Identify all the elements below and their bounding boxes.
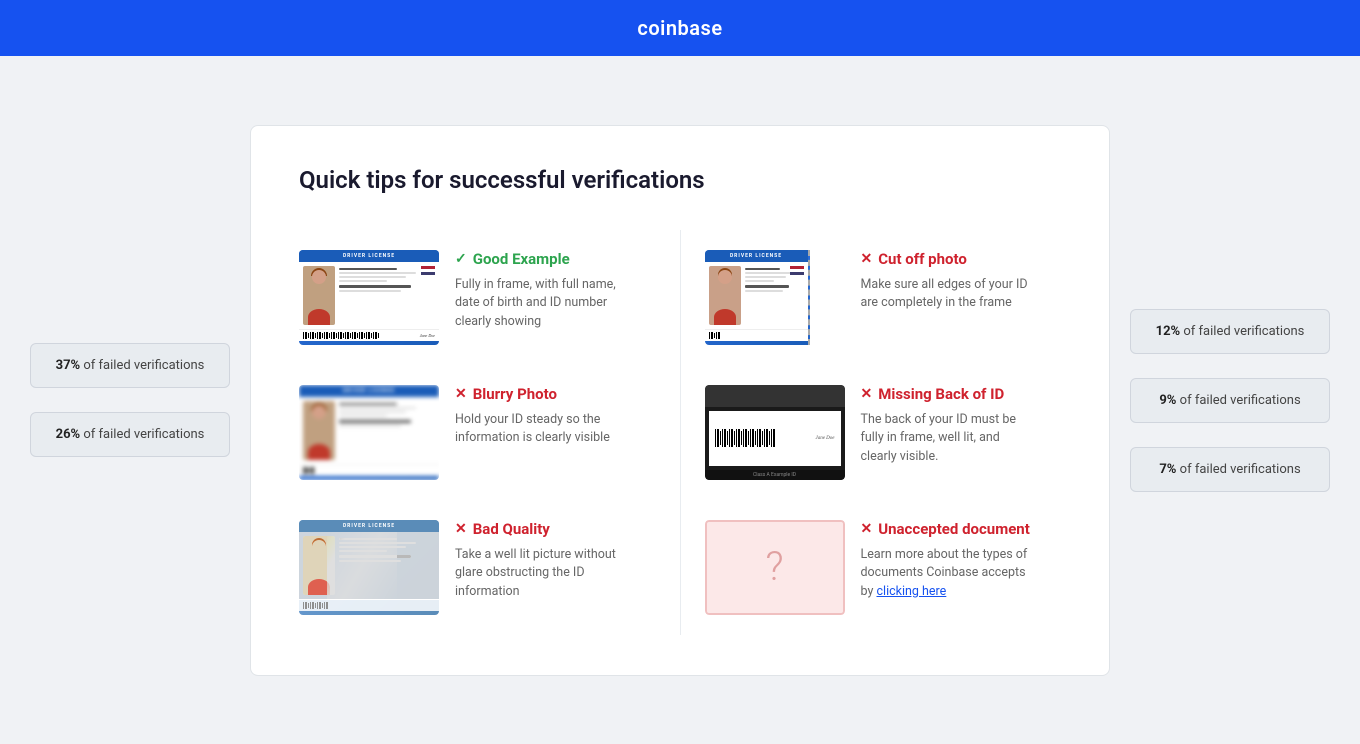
- right-stat-1-percent: 12%: [1156, 324, 1181, 339]
- clicking-here-link[interactable]: clicking here: [876, 584, 946, 599]
- right-stat-2-label: of failed verifications: [1180, 393, 1301, 408]
- missing-back-text: ✕ Missing Back of ID The back of your ID…: [861, 385, 1038, 467]
- right-stat-2: 9% of failed verifications: [1130, 378, 1330, 423]
- cutoff-desc: Make sure all edges of your ID are compl…: [861, 276, 1038, 314]
- blurry-photo-title: Blurry Photo: [473, 385, 557, 403]
- cutoff-text: ✕ Cut off photo Make sure all edges of y…: [861, 250, 1038, 314]
- good-example-image: DRIVER LICENSE: [299, 250, 439, 345]
- left-stat-1-label: of failed verifications: [83, 358, 204, 373]
- left-stat-2-label: of failed verifications: [83, 427, 204, 442]
- cutoff-image: DRIVER LICENSE: [705, 250, 845, 345]
- page-content: 37% of failed verifications 26% of faile…: [0, 56, 1360, 744]
- tip-missing-back: Jane Doe Class A Example ID ✕ Missing Ba…: [705, 365, 1062, 500]
- x-icon-missing: ✕: [861, 386, 873, 402]
- bad-quality-title: Bad Quality: [473, 520, 550, 538]
- check-icon: ✓: [455, 251, 467, 267]
- bad-quality-desc: Take a well lit picture without glare ob…: [455, 546, 632, 602]
- tip-blurry-photo: DRIVER LICENSE: [299, 365, 656, 500]
- tips-columns: DRIVER LICENSE: [299, 230, 1061, 635]
- missing-back-label: ✕ Missing Back of ID: [861, 385, 1038, 403]
- right-stat-2-percent: 9%: [1159, 393, 1176, 408]
- left-stat-1-percent: 37%: [56, 358, 81, 373]
- right-stat-3: 7% of failed verifications: [1130, 447, 1330, 492]
- page-title: Quick tips for successful verifications: [299, 166, 1061, 194]
- good-example-desc: Fully in frame, with full name, date of …: [455, 276, 632, 332]
- question-mark-icon: ?: [765, 547, 783, 587]
- good-example-title: Good Example: [473, 250, 570, 268]
- missing-back-title: Missing Back of ID: [878, 385, 1004, 403]
- tip-unaccepted: ? ✕ Unaccepted document Learn more about…: [705, 500, 1062, 635]
- left-stat-2: 26% of failed verifications: [30, 412, 230, 457]
- cutoff-label: ✕ Cut off photo: [861, 250, 1038, 268]
- blurry-photo-image: DRIVER LICENSE: [299, 385, 439, 480]
- right-stat-1-label: of failed verifications: [1183, 324, 1304, 339]
- right-stats-panel: 12% of failed verifications 9% of failed…: [1130, 309, 1330, 492]
- missing-back-image: Jane Doe Class A Example ID: [705, 385, 845, 480]
- tip-good-example: DRIVER LICENSE: [299, 230, 656, 365]
- left-stat-2-percent: 26%: [56, 427, 81, 442]
- left-stat-1: 37% of failed verifications: [30, 343, 230, 388]
- unaccepted-text: ✕ Unaccepted document Learn more about t…: [861, 520, 1038, 602]
- right-stat-3-label: of failed verifications: [1180, 462, 1301, 477]
- tip-cutoff: DRIVER LICENSE: [705, 230, 1062, 365]
- x-icon-cutoff: ✕: [861, 251, 873, 267]
- coinbase-logo: coinbase: [637, 16, 722, 40]
- x-icon-bad: ✕: [455, 521, 467, 537]
- unaccepted-label: ✕ Unaccepted document: [861, 520, 1038, 538]
- good-example-text: ✓ Good Example Fully in frame, with full…: [455, 250, 632, 332]
- tips-left-column: DRIVER LICENSE: [299, 230, 656, 635]
- tip-bad-quality: DRIVER LICENSE: [299, 500, 656, 635]
- unaccepted-title: Unaccepted document: [878, 520, 1030, 538]
- x-icon-unaccepted: ✕: [861, 521, 873, 537]
- good-example-label: ✓ Good Example: [455, 250, 632, 268]
- blurry-photo-label: ✕ Blurry Photo: [455, 385, 632, 403]
- main-card: Quick tips for successful verifications …: [250, 125, 1110, 676]
- unaccepted-image: ?: [705, 520, 845, 615]
- right-stat-1: 12% of failed verifications: [1130, 309, 1330, 354]
- right-stat-3-percent: 7%: [1159, 462, 1176, 477]
- bad-quality-label: ✕ Bad Quality: [455, 520, 632, 538]
- bad-quality-text: ✕ Bad Quality Take a well lit picture wi…: [455, 520, 632, 602]
- blurry-photo-desc: Hold your ID steady so the information i…: [455, 411, 632, 449]
- unaccepted-desc: Learn more about the types of documents …: [861, 546, 1038, 602]
- missing-back-desc: The back of your ID must be fully in fra…: [861, 411, 1038, 467]
- cutoff-title: Cut off photo: [878, 250, 967, 268]
- left-stats-panel: 37% of failed verifications 26% of faile…: [30, 343, 230, 457]
- app-header: coinbase: [0, 0, 1360, 56]
- bad-quality-image: DRIVER LICENSE: [299, 520, 439, 615]
- blurry-photo-text: ✕ Blurry Photo Hold your ID steady so th…: [455, 385, 632, 449]
- x-icon-blurry: ✕: [455, 386, 467, 402]
- tips-right-column: DRIVER LICENSE: [705, 230, 1062, 635]
- column-divider: [680, 230, 681, 635]
